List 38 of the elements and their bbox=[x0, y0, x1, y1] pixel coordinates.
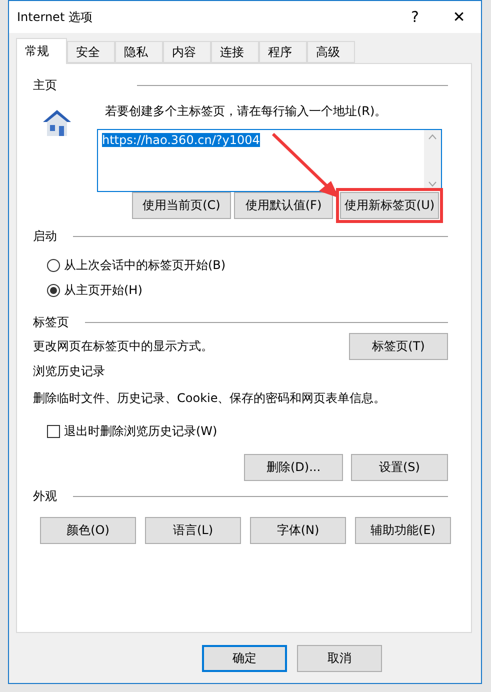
appearance-button[interactable]: 语言(L) bbox=[145, 517, 241, 544]
tab[interactable]: 连接 bbox=[211, 41, 259, 63]
home-button[interactable]: 使用当前页(C) bbox=[132, 192, 231, 219]
instruction-text: 若要创建多个主标签页，请在每行输入一个地址(R)。 bbox=[105, 103, 387, 120]
help-button[interactable]: ? bbox=[393, 2, 437, 32]
section-heading: 浏览历史记录 bbox=[33, 362, 105, 380]
description-text: 更改网页在标签页中的显示方式。 bbox=[33, 338, 213, 355]
appearance-button[interactable]: 字体(N) bbox=[250, 517, 346, 544]
checkbox-option[interactable]: 退出时删除浏览历史记录(W) bbox=[47, 419, 456, 444]
tab[interactable]: 内容 bbox=[163, 41, 211, 63]
section-heading: 主页 bbox=[33, 76, 57, 94]
address-text: https://hao.360.cn/?y1004 bbox=[102, 133, 260, 147]
section-heading: 启动 bbox=[33, 228, 57, 244]
tab[interactable]: 常规 bbox=[16, 38, 67, 64]
home-button[interactable]: 使用新标签页(U) bbox=[336, 188, 443, 223]
home-address-field[interactable]: https://hao.360.cn/?y1004 bbox=[97, 129, 442, 192]
tab[interactable]: 安全 bbox=[67, 41, 115, 63]
description-text: 删除临时文件、历史记录、Cookie、保存的密码和网页表单信息。 bbox=[33, 390, 387, 407]
radio-label: 从上次会话中的标签页开始(B) bbox=[64, 257, 226, 274]
radio-label: 从主页开始(H) bbox=[64, 282, 142, 299]
footer-button[interactable]: 取消 bbox=[297, 645, 382, 672]
checkbox-label: 退出时删除浏览历史记录(W) bbox=[64, 423, 218, 440]
appearance-button[interactable]: 辅助功能(E) bbox=[355, 517, 451, 544]
tab[interactable]: 高级 bbox=[307, 41, 355, 63]
tabs-button[interactable]: 标签页(T) bbox=[349, 333, 448, 360]
window-title: Internet 选项 bbox=[17, 8, 94, 26]
tab[interactable]: 隐私 bbox=[115, 41, 163, 63]
radio-option[interactable]: 从上次会话中的标签页开始(B) bbox=[47, 253, 456, 278]
footer-button[interactable]: 确定 bbox=[202, 645, 287, 672]
section-heading: 外观 bbox=[33, 488, 57, 504]
history-button[interactable]: 设置(S) bbox=[351, 454, 448, 481]
radio-option[interactable]: 从主页开始(H) bbox=[47, 278, 456, 303]
history-button[interactable]: 删除(D)... bbox=[244, 454, 343, 481]
close-button[interactable]: ✕ bbox=[437, 2, 481, 32]
appearance-button[interactable]: 颜色(O) bbox=[40, 517, 136, 544]
home-button[interactable]: 使用默认值(F) bbox=[234, 192, 333, 219]
section-heading: 标签页 bbox=[33, 314, 69, 330]
tab[interactable]: 程序 bbox=[259, 41, 307, 63]
